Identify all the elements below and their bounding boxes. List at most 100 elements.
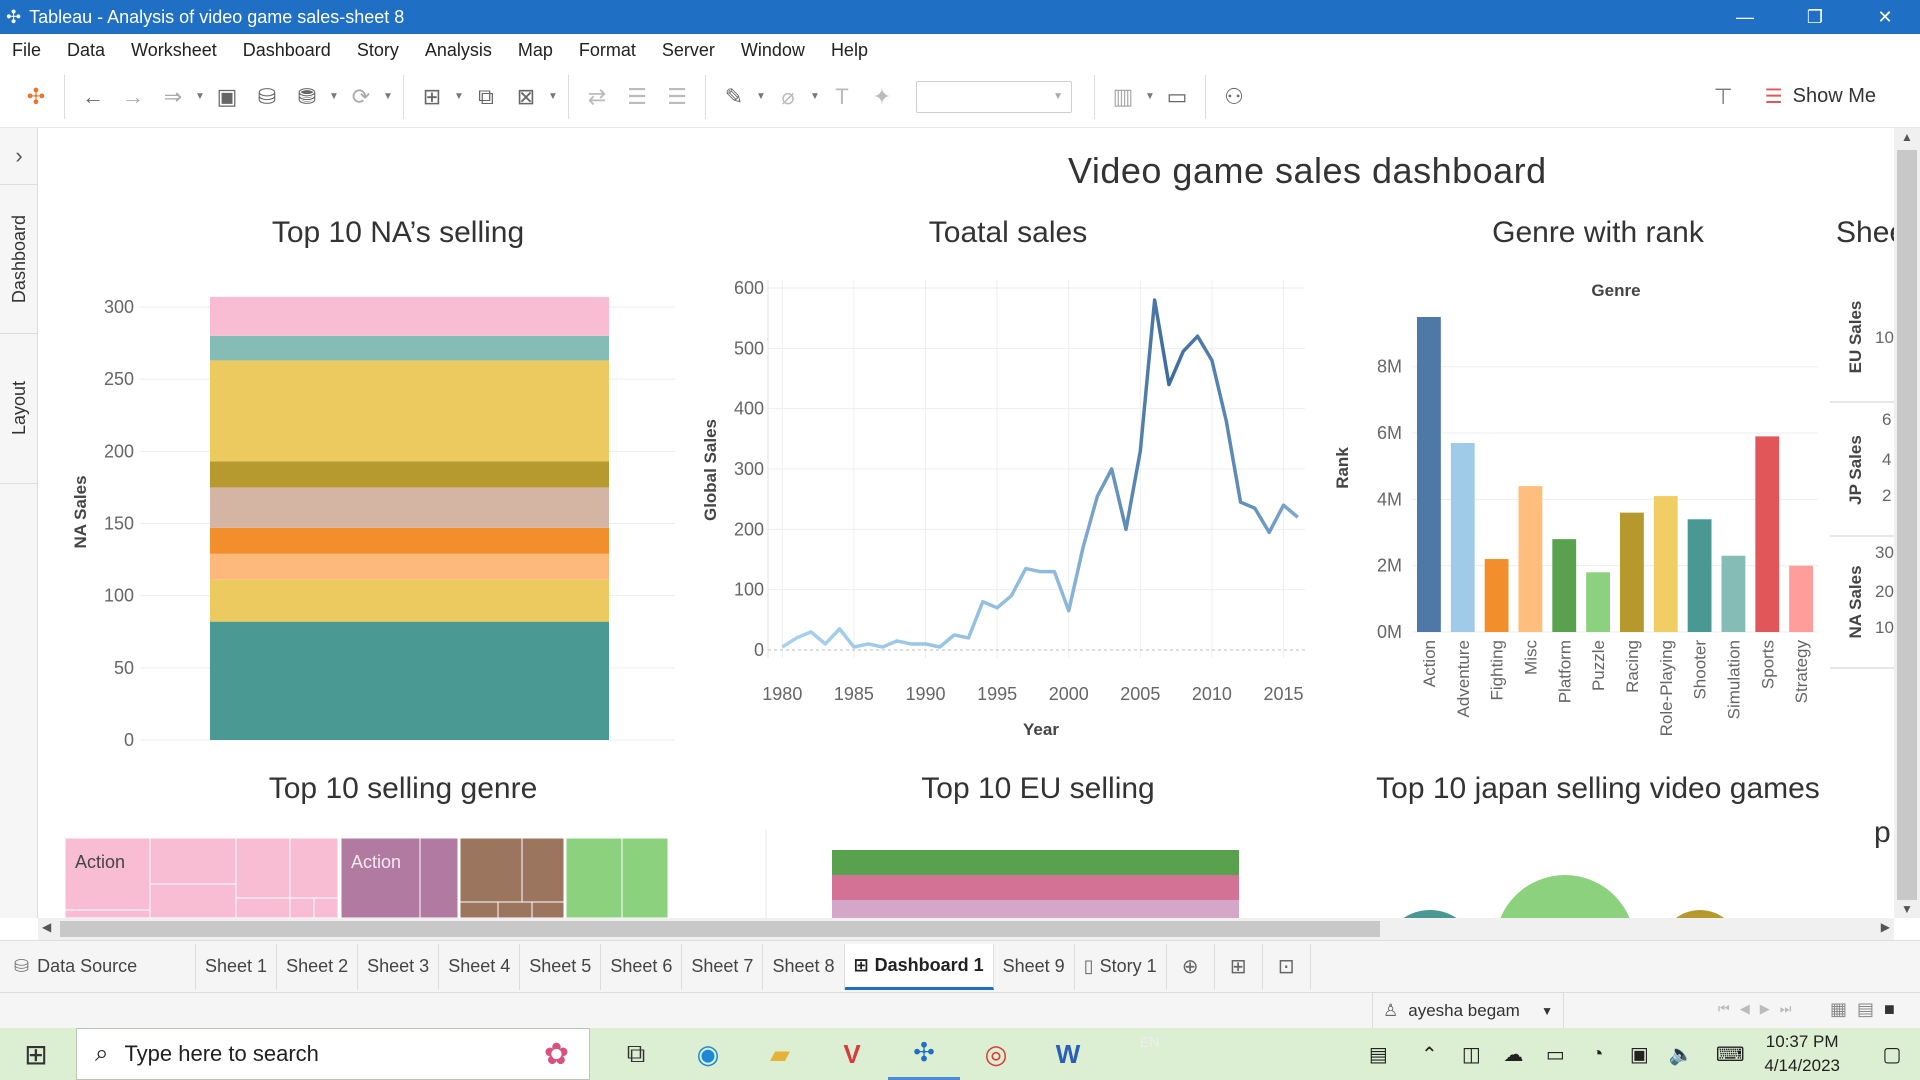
treemap-cell[interactable] — [235, 837, 291, 899]
menu-window[interactable]: Window — [729, 40, 819, 61]
taskbar-search-input[interactable]: ⌕ Type here to search ✿ — [76, 1028, 590, 1080]
tab-sheet-8[interactable]: Sheet 8 — [763, 943, 845, 990]
first-page-icon[interactable]: ⏮ — [1718, 1001, 1730, 1017]
taskbar-clock[interactable]: 10:37 PM 4/14/2023 — [1758, 1030, 1864, 1078]
tableau-home-icon[interactable]: ✣ — [16, 77, 56, 117]
menu-analysis[interactable]: Analysis — [413, 40, 506, 61]
new-dashboard-tab-icon[interactable]: ⊞ — [1215, 943, 1263, 990]
treemap-cell[interactable] — [64, 909, 151, 918]
na-bar-segment[interactable] — [210, 553, 609, 580]
genre-bar[interactable] — [1789, 565, 1813, 632]
restore-button[interactable]: ❐ — [1780, 0, 1850, 34]
eu-bar-segment[interactable] — [832, 875, 1239, 900]
horizontal-scroll-thumb[interactable] — [60, 921, 1380, 937]
na-bar-segment[interactable] — [210, 335, 609, 361]
total-sales-line[interactable] — [781, 298, 1299, 649]
treemap-cell[interactable] — [289, 837, 339, 899]
tabs-view-icon[interactable]: ■ — [1884, 999, 1895, 1020]
scroll-up-icon[interactable]: ▲ — [1894, 130, 1920, 144]
sort-ascending-icon[interactable]: ☰ — [617, 77, 657, 117]
japan-bubble[interactable] — [1660, 910, 1740, 918]
scroll-down-icon[interactable]: ▼ — [1894, 902, 1920, 916]
fit-dropdown[interactable]: ▼ — [916, 80, 1072, 113]
genre-bar[interactable] — [1518, 486, 1543, 632]
tab-sheet-9[interactable]: Sheet 9 — [994, 943, 1075, 990]
horizontal-scrollbar[interactable]: ◀ ▶ — [38, 918, 1894, 940]
close-button[interactable]: ✕ — [1850, 0, 1920, 34]
treemap-cell[interactable] — [521, 837, 565, 903]
tab-sheet-2[interactable]: Sheet 2 — [277, 943, 359, 990]
tab-story-1[interactable]: ▯ Story 1 — [1075, 943, 1167, 990]
tooltip-pin-icon[interactable]: ⊤ — [1714, 84, 1733, 110]
task-view-icon[interactable]: ⧉ — [600, 1028, 672, 1080]
new-worksheet-tab-icon[interactable]: ⊕ — [1167, 943, 1215, 990]
menu-map[interactable]: Map — [506, 40, 567, 61]
battery-icon[interactable]: ▭ — [1534, 1042, 1576, 1067]
tab-sheet-1[interactable]: Sheet 1 — [196, 943, 278, 990]
group-caret-icon[interactable]: ▼ — [808, 91, 822, 102]
grid-view-icon[interactable]: ▦ — [1830, 999, 1847, 1020]
genre-bar[interactable] — [1721, 555, 1746, 632]
news-widget-icon[interactable]: ▤ — [1348, 1042, 1408, 1067]
refresh-icon[interactable]: ⟳ — [341, 77, 381, 117]
pause-updates-icon[interactable]: ⛃ — [287, 77, 327, 117]
keyboard-icon[interactable]: ⌨ — [1702, 1042, 1758, 1067]
menu-story[interactable]: Story — [345, 40, 413, 61]
word-app-icon[interactable]: W — [1032, 1028, 1104, 1080]
genre-bar[interactable] — [1417, 317, 1441, 632]
treemap-cell[interactable] — [289, 897, 315, 918]
treemap-cell[interactable] — [340, 837, 421, 918]
cloud-icon[interactable]: ☁ — [1492, 1042, 1534, 1067]
japan-bubble[interactable] — [1495, 875, 1635, 918]
treemap-cell[interactable] — [621, 837, 669, 918]
tab-sheet-4[interactable]: Sheet 4 — [439, 943, 521, 990]
vertical-scroll-thumb[interactable] — [1897, 150, 1917, 900]
genre-rank-chart[interactable]: Genre Rank 0M 2M 4M 6M 8M Action Adventure Fighti… — [1333, 281, 1818, 736]
treemap-cell[interactable] — [419, 837, 459, 918]
notifications-icon[interactable]: ▢ — [1864, 1042, 1920, 1067]
genre-bar[interactable] — [1586, 572, 1610, 632]
tab-sheet-3[interactable]: Sheet 3 — [358, 943, 440, 990]
file-explorer-icon[interactable]: ▰ — [744, 1028, 816, 1080]
treemap-cell[interactable] — [149, 837, 237, 885]
highlight-icon[interactable]: ✎ — [714, 77, 754, 117]
camera-icon[interactable]: ◫ — [1450, 1042, 1492, 1067]
expand-pane-icon[interactable]: › — [0, 136, 38, 176]
na-bar-segment[interactable] — [210, 296, 609, 336]
treemap-cell[interactable] — [531, 901, 565, 918]
swap-rows-columns-icon[interactable]: ⇄ — [577, 77, 617, 117]
vivaldi-app-icon[interactable]: V — [816, 1028, 888, 1080]
menu-worksheet[interactable]: Worksheet — [119, 40, 231, 61]
eu-bar-segment[interactable] — [832, 850, 1239, 875]
na-bar-segment[interactable] — [210, 579, 609, 622]
tab-sheet-6[interactable]: Sheet 6 — [601, 943, 683, 990]
menu-file[interactable]: File — [0, 40, 55, 61]
menu-data[interactable]: Data — [55, 40, 119, 61]
scroll-right-icon[interactable]: ▶ — [1881, 920, 1890, 934]
chevron-up-icon[interactable]: ⌃ — [1408, 1042, 1450, 1067]
scroll-left-icon[interactable]: ◀ — [42, 920, 51, 934]
save-icon[interactable]: ▣ — [207, 77, 247, 117]
redo-icon[interactable]: → — [113, 77, 153, 117]
na-bar-segment[interactable] — [210, 461, 609, 488]
replay-caret-icon[interactable]: ▼ — [193, 91, 207, 102]
treemap-cell[interactable] — [497, 901, 533, 918]
new-story-tab-icon[interactable]: ⊡ — [1263, 943, 1311, 990]
genre-bar[interactable] — [1687, 519, 1712, 632]
na-sales-chart[interactable]: 0 50 100 150 200 250 300 NA Sales — [71, 296, 675, 750]
treemap-cell[interactable] — [235, 897, 291, 918]
genre-bar[interactable] — [1755, 436, 1780, 632]
group-members-icon[interactable]: ⌀ — [768, 77, 808, 117]
genre-bar[interactable] — [1552, 539, 1577, 632]
genre-bar[interactable] — [1620, 512, 1644, 632]
tab-dashboard-1[interactable]: ⊞ Dashboard 1 — [844, 943, 994, 990]
fix-axes-icon[interactable]: ✦ — [862, 77, 902, 117]
presentation-mode-icon[interactable]: ▭ — [1157, 77, 1197, 117]
menu-help[interactable]: Help — [819, 40, 882, 61]
volume-icon[interactable]: 🔈 — [1660, 1042, 1702, 1067]
display-icon[interactable]: ▣ — [1618, 1042, 1660, 1067]
na-bar-segment[interactable] — [210, 621, 609, 740]
menu-dashboard[interactable]: Dashboard — [231, 40, 345, 61]
tab-sheet-7[interactable]: Sheet 7 — [682, 943, 764, 990]
layout-pane-tab[interactable]: Layout — [0, 334, 38, 484]
